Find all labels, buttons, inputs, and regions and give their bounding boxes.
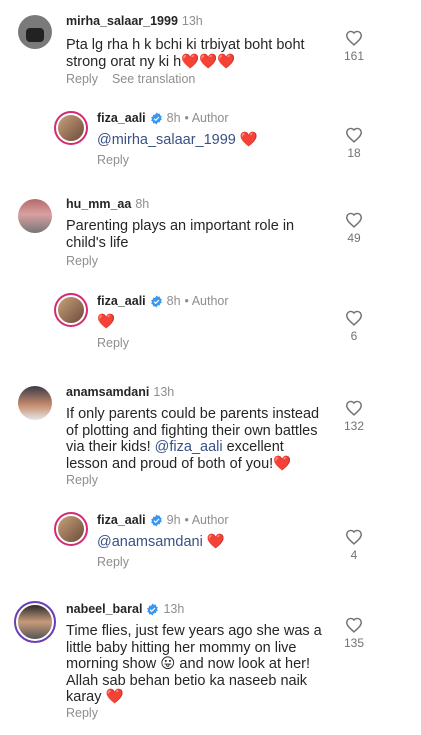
comment-meta: nabeel_baral 13h — [66, 602, 184, 616]
comment-actions: Reply — [66, 706, 98, 720]
comment-actions: Reply — [97, 555, 129, 569]
comment-meta: fiza_aali 9h • Author — [97, 513, 229, 527]
avatar[interactable] — [18, 199, 52, 233]
reply-button[interactable]: Reply — [66, 706, 98, 720]
like-control: 18 — [339, 127, 369, 160]
comment-meta: hu_mm_aa 8h — [66, 197, 149, 211]
avatar[interactable] — [54, 111, 88, 145]
comment-meta: fiza_aali 8h • Author — [97, 111, 229, 125]
author-label: • Author — [184, 111, 229, 125]
like-count: 49 — [347, 231, 361, 245]
reply-button[interactable]: Reply — [66, 473, 98, 487]
reply-button[interactable]: Reply — [97, 336, 129, 350]
verified-badge-icon — [150, 514, 162, 526]
reply-button[interactable]: Reply — [66, 72, 98, 86]
heart-outline-icon[interactable] — [345, 127, 363, 143]
username[interactable]: nabeel_baral — [66, 602, 142, 616]
timestamp: 13h — [163, 602, 185, 616]
like-count: 6 — [350, 329, 358, 343]
comment-text: Pta lg rha h k bchi ki trbiyat boht boht… — [66, 37, 305, 70]
like-control: 49 — [339, 212, 369, 245]
comment-text: Parenting plays an important role in chi… — [66, 218, 295, 251]
verified-badge-icon — [147, 603, 159, 615]
username[interactable]: fiza_aali — [97, 111, 146, 125]
avatar[interactable] — [54, 293, 88, 327]
comment-text: @anamsamdani ❤️ — [97, 534, 337, 551]
reply-button[interactable]: Reply — [66, 254, 98, 268]
like-count: 18 — [347, 146, 361, 160]
see-translation-button[interactable]: See translation — [112, 72, 195, 86]
avatar[interactable] — [54, 512, 88, 546]
comment-text: If only parents could be parents instead… — [66, 406, 328, 472]
avatar[interactable] — [18, 15, 52, 49]
timestamp: 13h — [153, 385, 175, 399]
like-control: 132 — [339, 400, 369, 433]
timestamp: 8h — [135, 197, 150, 211]
timestamp: 13h — [181, 14, 203, 28]
avatar[interactable] — [14, 601, 56, 643]
author-label: • Author — [184, 294, 229, 308]
reply-button[interactable]: Reply — [97, 555, 129, 569]
mention-link[interactable]: @anamsamdani — [97, 534, 203, 550]
like-count: 4 — [350, 548, 358, 562]
username[interactable]: hu_mm_aa — [66, 197, 131, 211]
timestamp: 9h — [166, 513, 181, 527]
comment-actions: Reply — [97, 336, 129, 350]
heart-outline-icon[interactable] — [345, 30, 363, 46]
heart-outline-icon[interactable] — [345, 617, 363, 633]
heart-outline-icon[interactable] — [345, 400, 363, 416]
comment-text: Time flies, just few years ago she was a… — [66, 623, 322, 705]
comment-meta: fiza_aali 8h • Author — [97, 294, 229, 308]
heart-outline-icon[interactable] — [345, 212, 363, 228]
heart-outline-icon[interactable] — [345, 529, 363, 545]
like-control: 161 — [339, 30, 369, 63]
comment-body: ❤️ — [202, 534, 225, 550]
author-label: • Author — [184, 513, 229, 527]
username[interactable]: fiza_aali — [97, 513, 146, 527]
like-control: 4 — [339, 529, 369, 562]
verified-badge-icon — [150, 112, 162, 124]
mention-link[interactable]: @mirha_salaar_1999 — [97, 132, 236, 148]
comment-meta: anamsamdani 13h — [66, 385, 174, 399]
comment-meta: mirha_salaar_1999 13h — [66, 14, 203, 28]
heart-outline-icon[interactable] — [345, 310, 363, 326]
like-count: 135 — [343, 636, 365, 650]
username[interactable]: fiza_aali — [97, 294, 146, 308]
timestamp: 8h — [166, 111, 181, 125]
comment-actions: Reply See translation — [66, 72, 195, 86]
timestamp: 8h — [166, 294, 181, 308]
like-control: 6 — [339, 310, 369, 343]
comment-text: ❤️ — [97, 314, 116, 330]
reply-button[interactable]: Reply — [97, 153, 129, 167]
verified-badge-icon — [150, 295, 162, 307]
comment-body: ❤️ — [235, 132, 258, 148]
username[interactable]: mirha_salaar_1999 — [66, 14, 178, 28]
comment-actions: Reply — [66, 473, 98, 487]
comment-actions: Reply — [97, 153, 129, 167]
comment-text: @mirha_salaar_1999 ❤️ — [97, 132, 337, 149]
mention-link[interactable]: @fiza_aali — [155, 439, 223, 455]
like-count: 161 — [343, 49, 365, 63]
like-control: 135 — [339, 617, 369, 650]
avatar[interactable] — [18, 386, 52, 420]
username[interactable]: anamsamdani — [66, 385, 149, 399]
comment-actions: Reply — [66, 254, 98, 268]
like-count: 132 — [343, 419, 365, 433]
